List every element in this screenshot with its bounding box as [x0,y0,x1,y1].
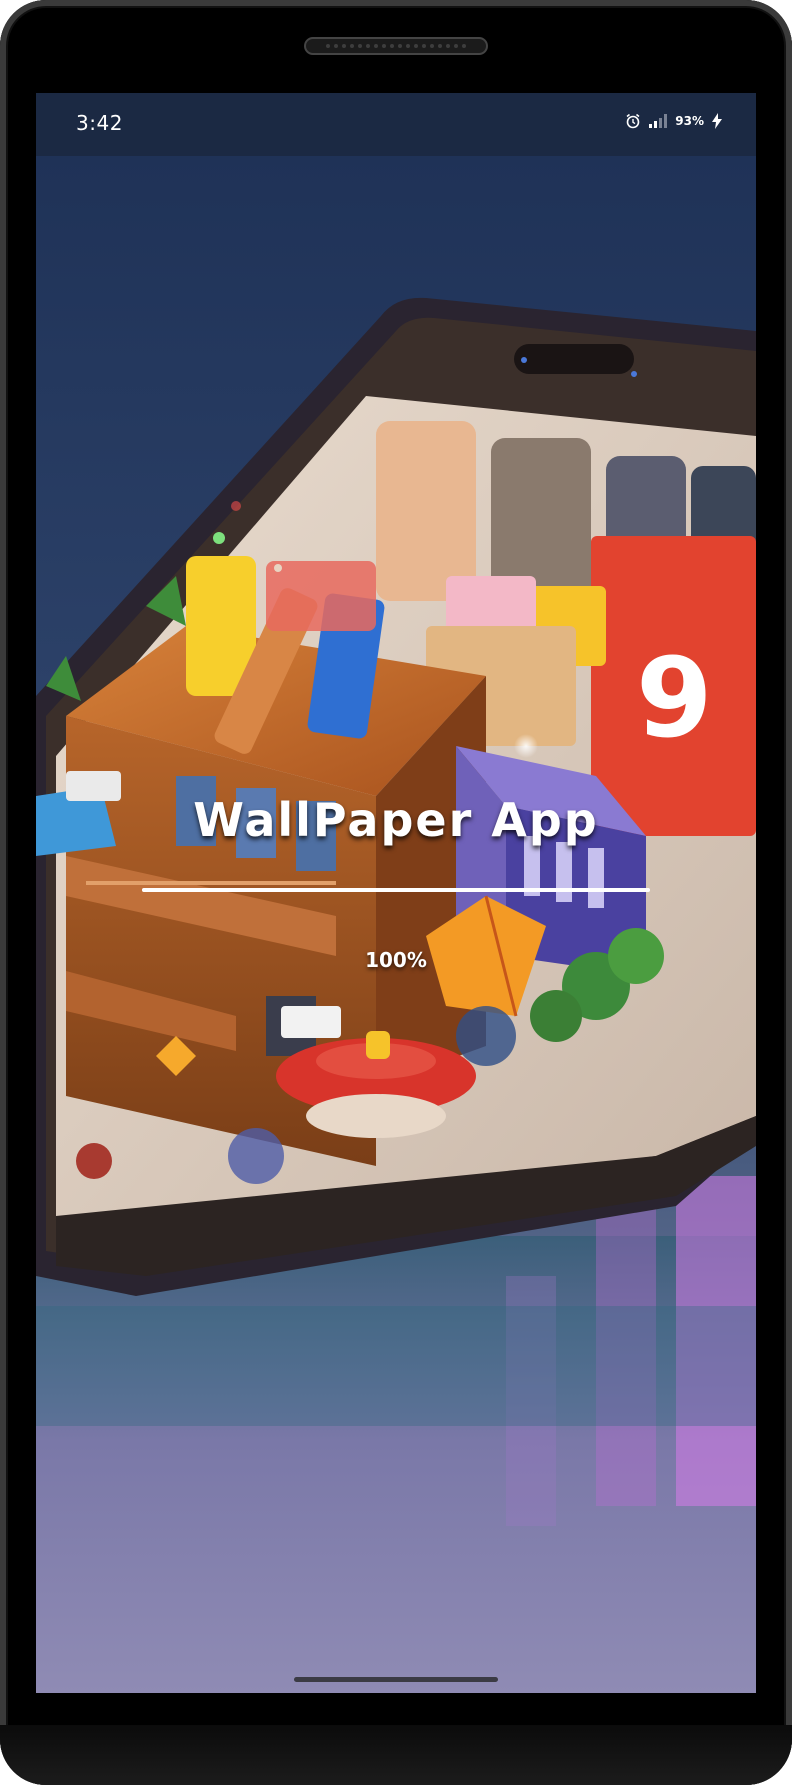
status-time: 3:42 [76,111,123,135]
app-screen: 3:42 93% 9 WallPaper App 100% [36,93,756,1693]
svg-text:9: 9 [636,634,713,762]
app-title: WallPaper App [193,793,599,847]
home-indicator[interactable] [294,1677,498,1682]
battery-percent: 93% [675,114,704,128]
charging-bolt-icon [712,113,722,129]
earpiece-speaker [304,37,488,55]
signal-icon [649,114,668,128]
loading-progress-bar [142,888,650,892]
status-bar: 3:42 93% [36,93,756,156]
alarm-icon [625,113,641,129]
bottom-bezel [0,1725,792,1785]
status-icons: 93% [625,113,722,129]
background-illustration: 9 [36,156,756,1693]
progress-percent: 100% [365,948,427,972]
phone-frame: 3:42 93% 9 WallPaper App 100% [0,0,792,1785]
progress-fill [142,888,650,892]
